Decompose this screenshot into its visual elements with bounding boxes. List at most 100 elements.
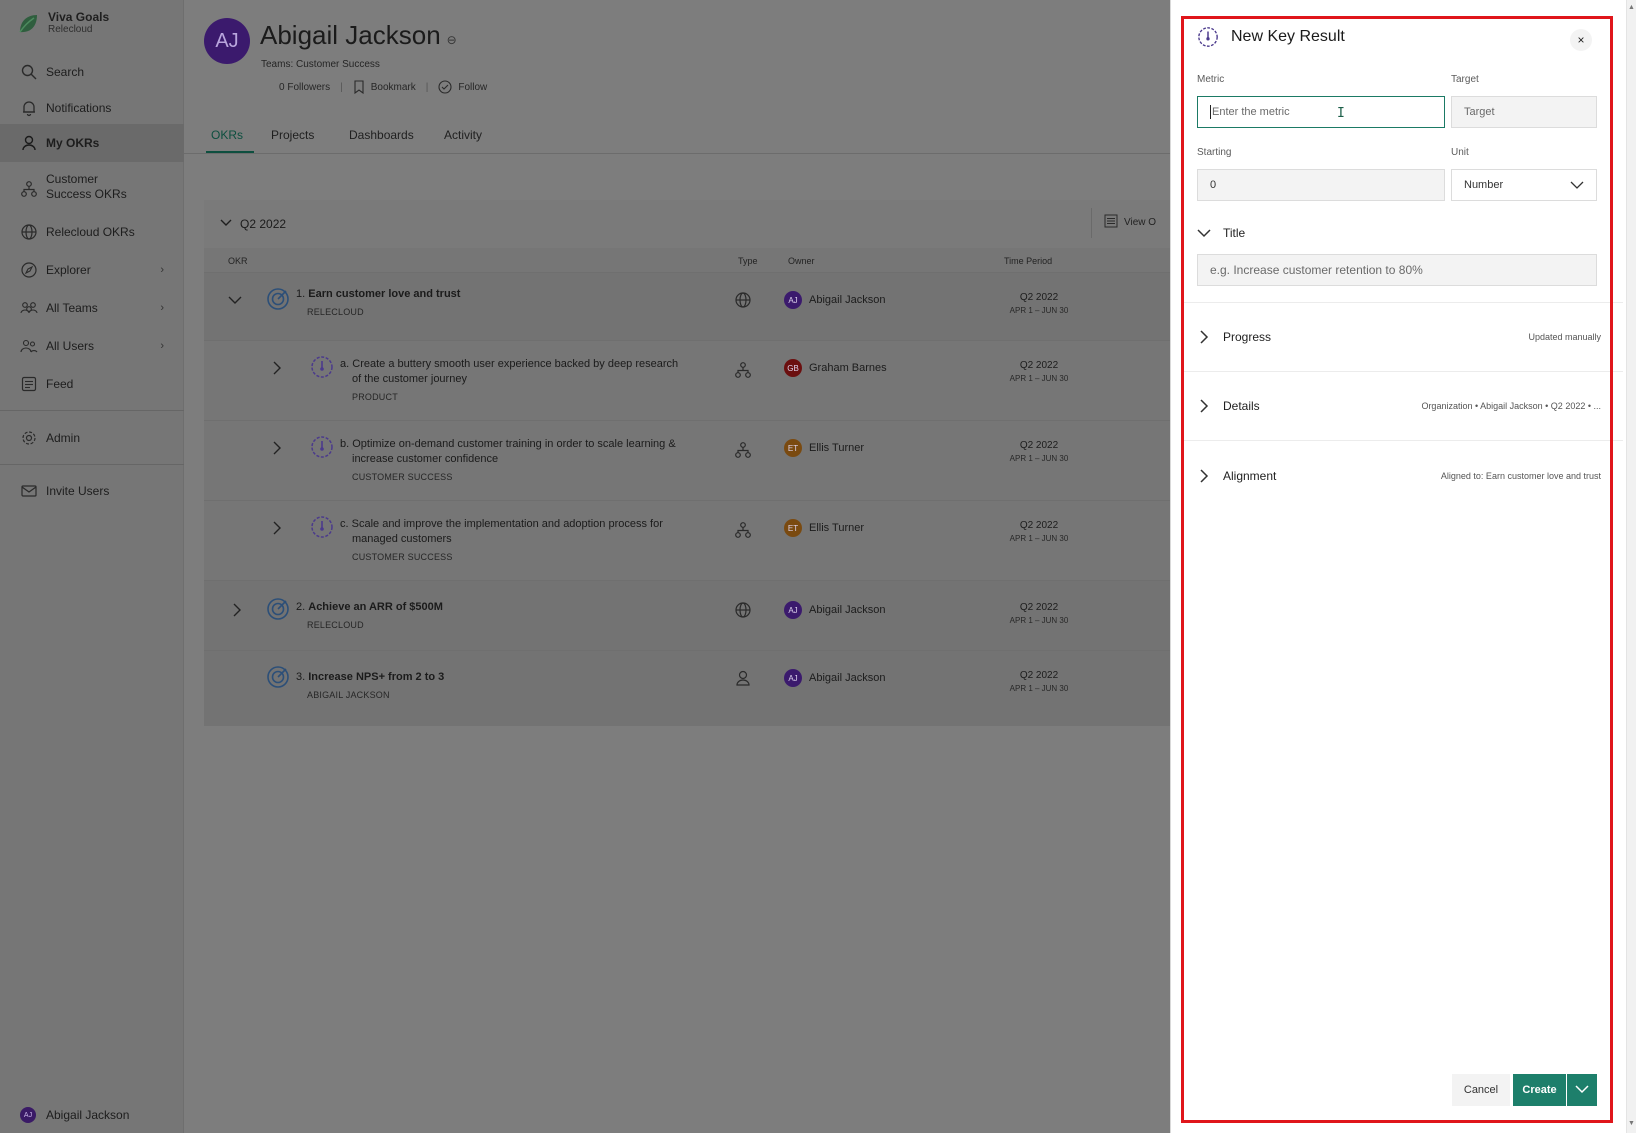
bookmark-button[interactable]: Bookmark xyxy=(371,82,416,93)
avatar: AJ xyxy=(784,669,802,687)
progress-section-summary: Updated manually xyxy=(1528,332,1601,342)
alignment-section-summary: Aligned to: Earn customer love and trust xyxy=(1440,471,1601,481)
sidebar-item-relecloud-okrs[interactable]: Relecloud OKRs xyxy=(0,216,184,248)
create-options-button[interactable] xyxy=(1567,1074,1597,1106)
table-row[interactable]: c. Scale and improve the implementation … xyxy=(204,500,1170,580)
okr-subtitle: RELECLOUD xyxy=(307,307,364,317)
sidebar-item-customer-success-okrs[interactable]: Customer Success OKRs xyxy=(0,172,184,206)
table-row[interactable]: 3. Increase NPS+ from 2 to 3 ABIGAIL JAC… xyxy=(204,650,1170,726)
app-name: Viva Goals xyxy=(48,10,110,24)
follow-button[interactable]: Follow xyxy=(458,82,487,93)
current-user[interactable]: AJ Abigail Jackson xyxy=(20,1107,129,1123)
chevron-right-icon[interactable] xyxy=(272,361,282,378)
period-toggle[interactable]: Q2 2022 xyxy=(220,217,286,231)
objective-target-icon xyxy=(266,665,290,689)
brand[interactable]: Viva Goals Relecloud xyxy=(0,0,183,52)
owner[interactable]: ET Ellis Turner xyxy=(784,439,864,457)
metric-field[interactable]: I xyxy=(1197,96,1445,128)
table-row[interactable]: 1. Earn customer love and trust RELECLOU… xyxy=(204,272,1170,340)
view-button[interactable]: View O xyxy=(1104,214,1156,231)
unit-label: Unit xyxy=(1451,147,1469,158)
sidebar-item-search[interactable]: Search xyxy=(0,56,184,88)
time-period: Q2 2022 APR 1 – JUN 30 xyxy=(1009,670,1069,693)
objective-target-icon xyxy=(266,287,290,311)
okr-title[interactable]: 1. Earn customer love and trust xyxy=(296,287,460,302)
period-title: Q2 2022 xyxy=(240,217,287,231)
person-icon xyxy=(734,669,754,689)
profile-tabs: OKRs Projects Dashboards Activity xyxy=(184,118,1170,154)
sidebar-item-admin[interactable]: Admin xyxy=(0,422,184,454)
owner[interactable]: GB Graham Barnes xyxy=(784,359,887,377)
starting-field[interactable]: 0 xyxy=(1197,169,1445,201)
chevron-right-icon[interactable] xyxy=(272,521,282,538)
sidebar-item-feed[interactable]: Feed xyxy=(0,368,184,400)
details-section-toggle[interactable]: Details Organization • Abigail Jackson •… xyxy=(1171,397,1636,421)
divider xyxy=(1091,208,1092,238)
okr-title[interactable]: a. Create a buttery smooth user experien… xyxy=(340,357,700,387)
title-input[interactable] xyxy=(1210,263,1596,277)
owner[interactable]: AJ Abigail Jackson xyxy=(784,291,885,309)
sidebar-item-invite-users[interactable]: Invite Users xyxy=(0,475,184,507)
okr-title[interactable]: c. Scale and improve the implementation … xyxy=(340,517,700,547)
avatar: AJ xyxy=(784,291,802,309)
title-section-label: Title xyxy=(1223,226,1246,240)
create-button[interactable]: Create xyxy=(1513,1074,1566,1106)
alignment-section-toggle[interactable]: Alignment Aligned to: Earn customer love… xyxy=(1171,467,1636,491)
progress-section-toggle[interactable]: Progress Updated manually xyxy=(1171,328,1636,352)
owner[interactable]: ET Ellis Turner xyxy=(784,519,864,537)
chevron-right-icon[interactable] xyxy=(232,603,242,620)
target-input[interactable] xyxy=(1464,106,1596,118)
sidebar-item-notifications[interactable]: Notifications xyxy=(0,92,184,124)
tab-okrs[interactable]: OKRs xyxy=(211,128,243,142)
followers-count[interactable]: 0 Followers xyxy=(279,82,330,93)
chevron-down-icon xyxy=(1575,1083,1589,1097)
scroll-down-icon[interactable]: ▼ xyxy=(1628,1120,1635,1127)
users-icon xyxy=(20,337,38,355)
table-row[interactable]: a. Create a buttery smooth user experien… xyxy=(204,340,1170,420)
tab-activity[interactable]: Activity xyxy=(444,128,482,142)
okr-title[interactable]: 3. Increase NPS+ from 2 to 3 xyxy=(296,670,444,685)
target-label: Target xyxy=(1451,74,1479,85)
table-row[interactable]: 2. Achieve an ARR of $500M RELECLOUD AJ A… xyxy=(204,580,1170,650)
sidebar-divider xyxy=(0,464,184,465)
link-icon[interactable]: ⊖ xyxy=(447,33,457,47)
target-field[interactable] xyxy=(1451,96,1597,128)
owner[interactable]: AJ Abigail Jackson xyxy=(784,669,885,687)
sidebar-item-all-users[interactable]: All Users › xyxy=(0,330,184,362)
details-section-label: Details xyxy=(1223,399,1260,413)
avatar: ET xyxy=(784,519,802,537)
compass-icon xyxy=(20,261,38,279)
time-period: Q2 2022 APR 1 – JUN 30 xyxy=(1009,520,1069,543)
title-section-toggle[interactable]: Title xyxy=(1171,224,1636,248)
cancel-button[interactable]: Cancel xyxy=(1452,1074,1510,1106)
chevron-right-icon[interactable] xyxy=(272,441,282,458)
sidebar-item-my-okrs[interactable]: My OKRs xyxy=(0,124,184,162)
sidebar-item-all-teams[interactable]: All Teams › xyxy=(0,292,184,324)
time-period: Q2 2022 APR 1 – JUN 30 xyxy=(1009,360,1069,383)
app-background: Viva Goals Relecloud Search Notification… xyxy=(0,0,1170,1133)
tab-dashboards[interactable]: Dashboards xyxy=(349,128,414,142)
scrollbar[interactable] xyxy=(1626,0,1636,1133)
scroll-up-icon[interactable]: ▲ xyxy=(1628,4,1635,11)
table-row[interactable]: b. Optimize on-demand customer training … xyxy=(204,420,1170,500)
sidebar: Viva Goals Relecloud Search Notification… xyxy=(0,0,184,1133)
key-result-gauge-icon xyxy=(310,435,334,459)
sidebar-item-label: Relecloud OKRs xyxy=(46,225,135,239)
owner[interactable]: AJ Abigail Jackson xyxy=(784,601,885,619)
metric-input[interactable] xyxy=(1211,106,1444,118)
chevron-down-icon xyxy=(1570,178,1584,192)
tab-projects[interactable]: Projects xyxy=(271,128,314,142)
okr-title[interactable]: b. Optimize on-demand customer training … xyxy=(340,437,700,467)
profile-name: Abigail Jackson xyxy=(260,20,441,50)
chevron-down-icon[interactable] xyxy=(228,293,242,308)
avatar: AJ xyxy=(204,18,250,64)
close-button[interactable]: × xyxy=(1570,29,1592,51)
okr-title[interactable]: 2. Achieve an ARR of $500M xyxy=(296,600,443,615)
view-button-label: View O xyxy=(1124,217,1157,228)
column-header-owner: Owner xyxy=(788,256,815,266)
unit-select[interactable]: Number xyxy=(1451,169,1597,201)
okr-subtitle: ABIGAIL JACKSON xyxy=(307,690,390,700)
sidebar-item-explorer[interactable]: Explorer › xyxy=(0,254,184,286)
title-field[interactable] xyxy=(1197,254,1597,286)
feed-icon xyxy=(20,375,38,393)
